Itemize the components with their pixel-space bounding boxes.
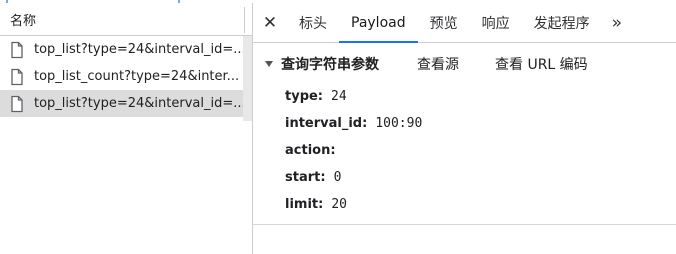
request-name: top_list?type=24&interval_id=...	[34, 96, 243, 111]
request-row[interactable]: top_list_count?type=24&inter...	[0, 63, 243, 90]
param-key: interval_id:	[285, 116, 368, 131]
param-row: interval_id: 100:90	[253, 110, 676, 137]
query-params-section-header[interactable]: 查询字符串参数 查看源 查看 URL 编码	[253, 50, 676, 78]
tab-headers[interactable]: 标头	[287, 3, 339, 42]
param-row: type: 24	[253, 83, 676, 110]
section-divider	[253, 224, 676, 225]
tab-initiator[interactable]: 发起程序	[522, 3, 602, 42]
view-url-encoded-link[interactable]: 查看 URL 编码	[495, 54, 588, 74]
request-detail-panel: ✕ 标头 Payload 预览 响应 发起程序 » 查询字符串参数 查看源 查看…	[253, 3, 676, 254]
request-list-panel: 名称 top_list?type=24&interval_id=... top_…	[0, 3, 253, 254]
detail-tabs: ✕ 标头 Payload 预览 响应 发起程序 »	[253, 3, 676, 43]
tab-preview[interactable]: 预览	[418, 3, 470, 42]
tab-response[interactable]: 响应	[470, 3, 522, 42]
param-key: start:	[285, 170, 326, 185]
tab-payload[interactable]: Payload	[339, 3, 418, 43]
param-key: limit:	[285, 197, 324, 212]
section-title: 查询字符串参数	[281, 57, 379, 73]
scrollbar[interactable]	[243, 36, 252, 121]
query-params-list: type: 24 interval_id: 100:90 action: sta…	[253, 83, 676, 218]
param-key: action:	[285, 143, 336, 158]
param-key: type:	[285, 89, 324, 104]
collapse-triangle-icon[interactable]	[265, 61, 273, 67]
param-row: action:	[253, 137, 676, 164]
request-row[interactable]: top_list?type=24&interval_id=...	[0, 36, 243, 63]
param-row: limit: 20	[253, 191, 676, 218]
param-value: 24	[331, 89, 347, 104]
column-resizer[interactable]	[244, 7, 245, 33]
request-name: top_list_count?type=24&inter...	[34, 69, 240, 84]
param-value: 20	[331, 197, 347, 212]
param-value: 0	[333, 170, 342, 185]
param-row: start: 0	[253, 164, 676, 191]
document-icon	[11, 68, 23, 85]
name-column-header[interactable]: 名称	[0, 3, 252, 36]
name-column-label: 名称	[10, 13, 37, 29]
param-value: 100:90	[375, 116, 423, 131]
request-name: top_list?type=24&interval_id=...	[34, 42, 243, 57]
request-row-selected[interactable]: top_list?type=24&interval_id=...	[0, 90, 243, 117]
request-list: top_list?type=24&interval_id=... top_lis…	[0, 36, 243, 117]
more-tabs-icon[interactable]: »	[602, 3, 632, 42]
document-icon	[11, 95, 23, 112]
view-source-link[interactable]: 查看源	[417, 54, 459, 74]
close-icon[interactable]: ✕	[253, 3, 287, 42]
document-icon	[11, 41, 23, 58]
